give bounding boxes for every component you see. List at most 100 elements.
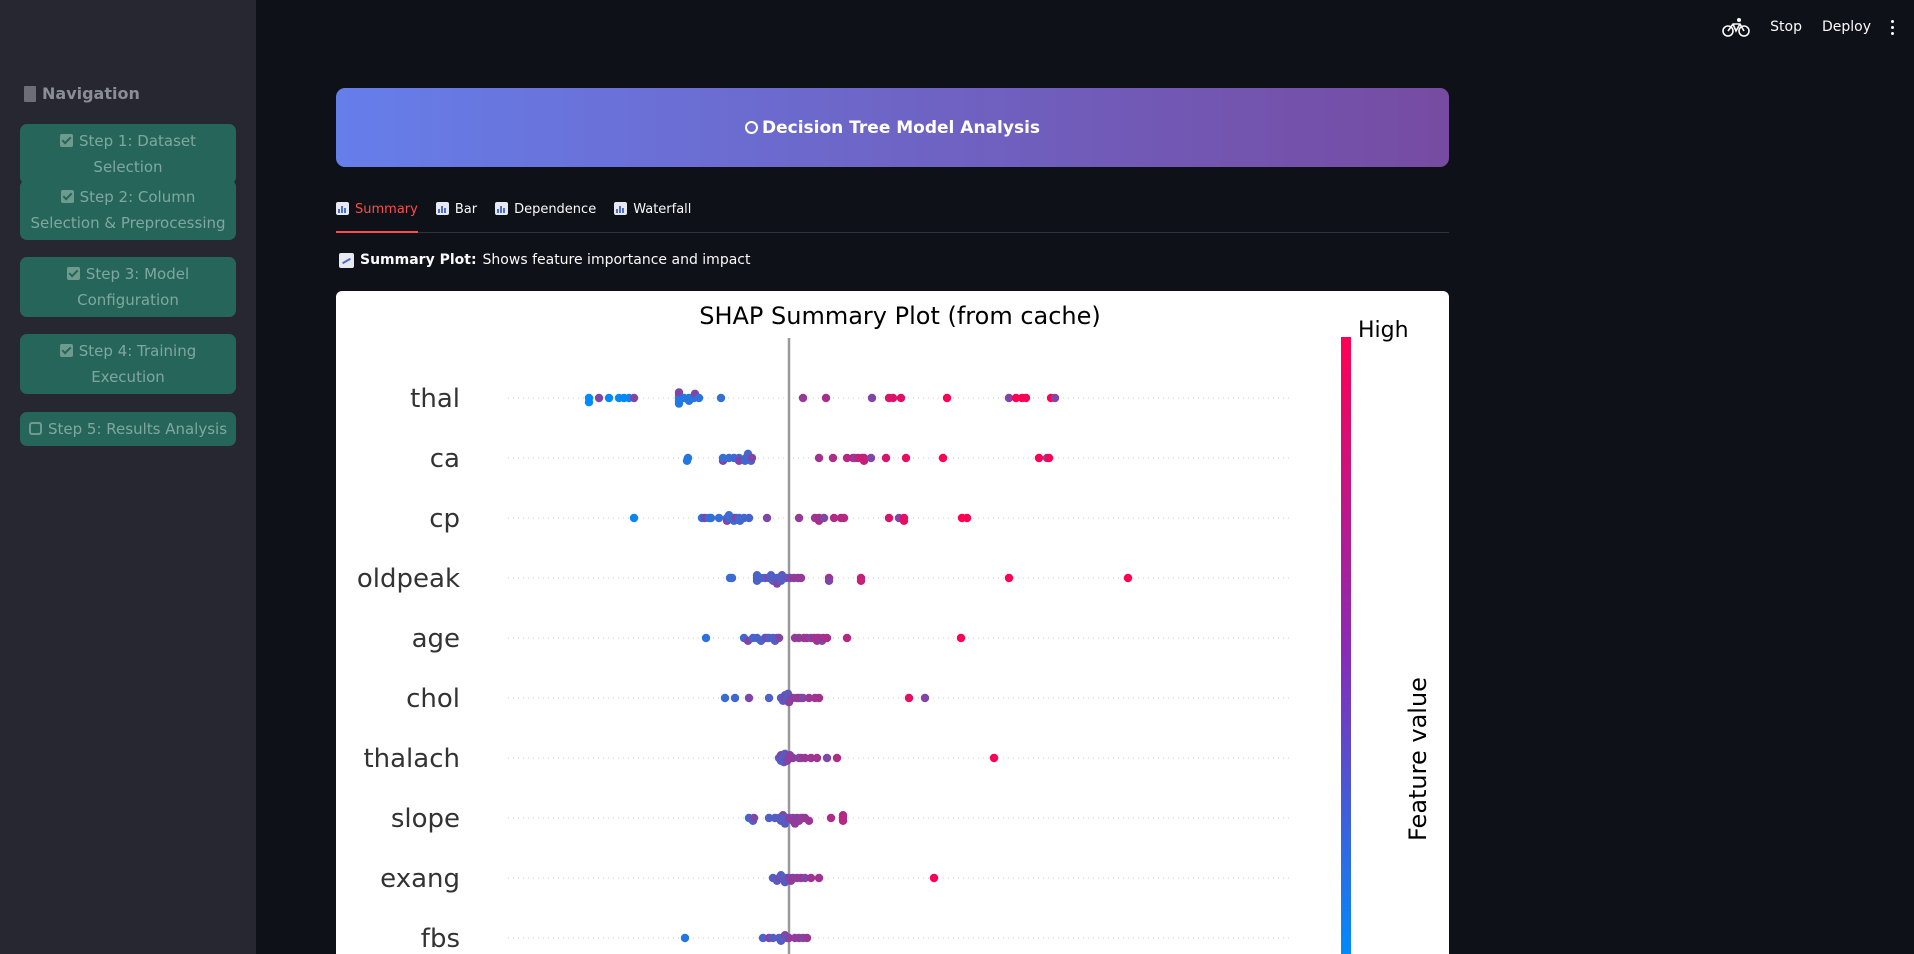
shap-point (796, 573, 806, 583)
feature-label: age (412, 624, 460, 654)
tab-waterfall[interactable]: Waterfall (614, 196, 691, 233)
shap-point (747, 453, 757, 463)
sidebar-step-4[interactable]: Step 4: Training Execution (20, 334, 236, 394)
shap-point (842, 633, 852, 643)
shap-point (1044, 453, 1054, 463)
shap-point (904, 693, 914, 703)
checkmark-icon (60, 190, 74, 203)
shap-point (901, 453, 911, 463)
shap-point (794, 513, 804, 523)
shap-point (683, 453, 693, 463)
feature-label: ca (430, 444, 460, 474)
feature-label: fbs (421, 924, 460, 954)
shap-point (629, 393, 639, 403)
more-menu-icon[interactable] (1891, 19, 1894, 35)
shap-point (714, 513, 724, 523)
caption-text: Shows feature importance and impact (482, 252, 751, 268)
chart-title: SHAP Summary Plot (from cache) (699, 302, 1101, 330)
top-toolbar: Stop Deploy (1722, 0, 1914, 54)
sidebar-step-3[interactable]: Step 3: Model Configuration (20, 257, 236, 317)
sidebar-step-2[interactable]: Step 2: Column Selection & Preprocessing (20, 180, 236, 240)
sidebar-title-label: Navigation (42, 84, 140, 103)
shap-point (929, 873, 939, 883)
shap-summary-chart: SHAP Summary Plot (from cache) thal ca cp o… (357, 302, 1432, 954)
bar-chart-icon (495, 202, 509, 215)
shap-point (989, 753, 999, 763)
shap-point (716, 393, 726, 403)
page-title: Decision Tree Model Analysis (761, 117, 1041, 138)
book-icon (24, 85, 36, 102)
shap-point (881, 453, 891, 463)
refresh-icon (28, 422, 42, 435)
shap-point (826, 813, 836, 823)
deploy-button[interactable]: Deploy (1822, 19, 1871, 35)
shap-point (884, 513, 894, 523)
shap-point (962, 513, 972, 523)
shap-point (838, 811, 848, 820)
shap-plot-card: SHAP Summary Plot (from cache) thal ca cp o… (336, 291, 1449, 954)
feature-label: exang (380, 864, 460, 894)
shap-point (1050, 393, 1060, 403)
sidebar-step-5[interactable]: Step 5: Results Analysis (20, 412, 236, 446)
shap-point (824, 576, 834, 585)
shap-point (866, 453, 876, 463)
shap-point (814, 873, 824, 883)
feature-label: slope (391, 804, 460, 834)
shap-point (584, 398, 594, 407)
shap-point (828, 453, 838, 463)
shap-point (938, 453, 948, 463)
shap-point (694, 393, 704, 403)
tab-dependence[interactable]: Dependence (495, 196, 596, 233)
feature-label: oldpeak (357, 564, 460, 594)
shap-point (764, 693, 774, 703)
sidebar-step-label: Step 1: Dataset Selection (78, 132, 197, 176)
shap-point (1004, 573, 1014, 583)
shap-point (821, 393, 831, 403)
tab-bar-plot[interactable]: Bar (435, 196, 477, 233)
bar-chart-icon (435, 202, 449, 215)
running-bicycle-icon (1722, 18, 1750, 37)
colorbar-axis-label: Feature value (1404, 677, 1432, 841)
shap-point (749, 813, 759, 823)
feature-label: thalach (363, 744, 460, 774)
shap-point (920, 693, 930, 703)
shap-point (839, 513, 849, 523)
shap-point (730, 693, 740, 703)
sidebar-step-1[interactable]: Step 1: Dataset Selection (20, 124, 236, 184)
checkmark-icon (59, 134, 73, 147)
feature-label: chol (406, 684, 460, 714)
bar-chart-icon (614, 202, 628, 215)
shap-point (814, 453, 824, 463)
sidebar-step-label: Step 4: Training Execution (78, 342, 197, 386)
shap-point (744, 513, 754, 523)
shap-point (899, 516, 909, 525)
shap-point (822, 753, 832, 763)
shap-point (956, 633, 966, 643)
shap-point (802, 933, 812, 943)
shap-point (744, 693, 754, 703)
shap-point (812, 753, 822, 763)
tab-summary[interactable]: Summary (336, 196, 418, 233)
sidebar-step-label: Step 3: Model Configuration (77, 265, 190, 309)
feature-label: cp (429, 504, 460, 534)
shap-point (720, 693, 730, 703)
shap-point (701, 633, 711, 643)
sidebar-step-label: Step 5: Results Analysis (47, 420, 228, 438)
stop-button[interactable]: Stop (1770, 19, 1802, 35)
shap-point (806, 873, 816, 883)
colorbar (1341, 337, 1351, 954)
shap-point (604, 393, 614, 403)
feature-label: thal (410, 384, 460, 414)
bar-chart-icon (336, 202, 349, 215)
sidebar-title: Navigation (24, 84, 140, 103)
tab-label: Waterfall (633, 202, 692, 217)
shap-point (896, 393, 906, 403)
colorbar-high-label: High (1358, 318, 1409, 343)
shap-point (706, 513, 716, 523)
app-root: Navigation Step 1: Dataset Selection Ste… (0, 0, 1914, 954)
shap-point (1034, 453, 1044, 463)
shap-point (762, 513, 772, 523)
checkmark-icon (59, 344, 73, 357)
shap-point (774, 633, 784, 643)
page-header-banner: Decision Tree Model Analysis (336, 88, 1449, 167)
